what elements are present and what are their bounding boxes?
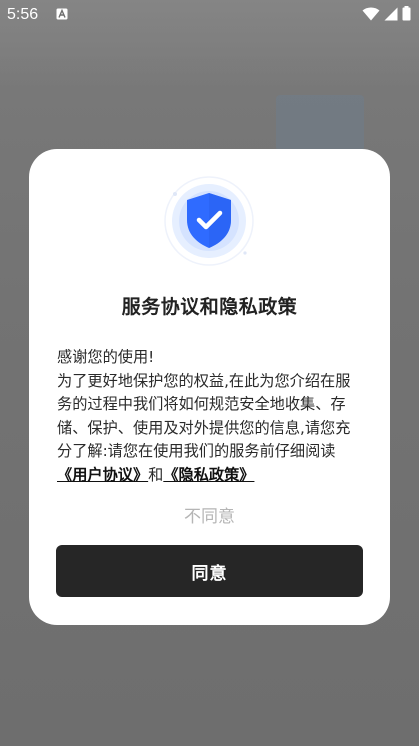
background-card <box>276 95 364 151</box>
conjunction-text: 和 <box>148 465 164 484</box>
dialog-title: 服务协议和隐私政策 <box>121 296 298 318</box>
a-box-icon <box>56 8 68 20</box>
shield-badge <box>163 175 255 267</box>
privacy-dialog: 服务协议和隐私政策 感谢您的使用! 为了更好地保护您的权益,在此为您介绍在服务的… <box>29 149 390 625</box>
agree-button[interactable]: 同意 <box>56 545 363 597</box>
wifi-icon <box>362 7 380 20</box>
status-bar: 5:56 <box>0 0 419 30</box>
privacy-policy-link[interactable]: 《隐私政策》 <box>163 466 254 484</box>
user-agreement-link[interactable]: 《用户协议》 <box>57 466 148 484</box>
status-time: 5:56 <box>7 6 39 23</box>
greeting-text: 感谢您的使用! <box>57 348 155 366</box>
dialog-body: 感谢您的使用! 为了更好地保护您的权益,在此为您介绍在服务的过程中我们将如何规范… <box>57 346 365 488</box>
body-text: 为了更好地保护您的权益,在此为您介绍在服务的过程中我们将如何规范安全地收集、存储… <box>57 371 351 461</box>
shield-check-icon <box>164 176 254 266</box>
status-icons <box>362 6 411 21</box>
battery-icon <box>402 6 411 21</box>
disagree-button[interactable]: 不同意 <box>29 505 390 529</box>
signal-icon <box>384 7 398 20</box>
